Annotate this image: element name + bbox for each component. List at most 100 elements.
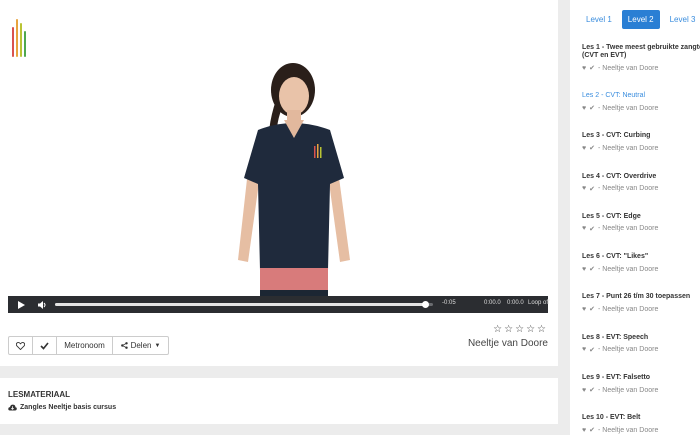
- lesson-main-card: -0:05 0:00.0 0:00.0 Loop off ☆☆☆☆☆ Neelt…: [0, 0, 558, 366]
- loop-end-time[interactable]: 0:00.0: [507, 300, 524, 306]
- heart-icon[interactable]: ♥: [582, 185, 586, 192]
- check-icon[interactable]: ✔: [589, 386, 595, 394]
- lesson-item[interactable]: Les 10 - EVT: Belt ♥ ✔ - Neeltje van Door…: [582, 414, 700, 435]
- lesson-meta: ♥ ✔ - Neeltje van Doore: [582, 426, 700, 435]
- check-icon[interactable]: ✔: [589, 265, 595, 273]
- heart-icon[interactable]: ♥: [582, 346, 586, 353]
- loop-start-time[interactable]: 0:00.0: [484, 300, 501, 306]
- play-icon: [17, 300, 25, 309]
- check-icon[interactable]: ✔: [589, 305, 595, 313]
- share-label: Delen: [130, 341, 152, 350]
- lesson-item-active[interactable]: Les 2 - CVT: Neutral ♥ ✔ - Neeltje van Do…: [582, 92, 700, 132]
- lesson-author: - Neeltje van Doore: [598, 185, 659, 193]
- lesson-title: Les 8 - EVT: Speech: [582, 333, 649, 341]
- lesson-item[interactable]: Les 6 - CVT: "Likes" ♥ ✔ - Neeltje van Do…: [582, 253, 700, 293]
- lesson-author: - Neeltje van Doore: [598, 305, 659, 313]
- video-player[interactable]: [8, 0, 548, 312]
- heart-icon[interactable]: ♥: [582, 427, 586, 434]
- progress-handle[interactable]: [422, 301, 430, 308]
- lesson-meta: ♥ ✔ - Neeltje van Doore: [582, 225, 700, 233]
- lesson-author: Neeltje van Doore: [467, 338, 548, 349]
- chevron-down-icon: ▼: [154, 342, 161, 349]
- lesson-author: - Neeltje van Doore: [598, 104, 659, 112]
- heart-icon[interactable]: ♥: [582, 266, 586, 273]
- time-remaining: -0:05: [442, 300, 456, 306]
- like-button[interactable]: [9, 337, 33, 354]
- metronome-button[interactable]: Metronoom: [57, 337, 113, 354]
- lesson-meta: ♥ ✔ - Neeltje van Doore: [582, 185, 700, 193]
- tab-level-1[interactable]: Level 1: [580, 10, 618, 29]
- heart-icon: [16, 341, 25, 350]
- mark-done-button[interactable]: [33, 337, 57, 354]
- lesson-title: Les 1 - Twee meest gebruikte zangtechnie…: [582, 44, 700, 51]
- brand-logo: [12, 15, 28, 57]
- share-icon: [120, 342, 128, 349]
- lesson-author: - Neeltje van Doore: [598, 225, 659, 233]
- lesson-title-line2: (CVT en EVT): [582, 52, 627, 59]
- lesson-sidebar: Level 1 Level 2 Level 3 Les 1 - Twee mee…: [570, 0, 700, 435]
- lesson-item[interactable]: Les 4 - CVT: Overdrive ♥ ✔ - Neeltje van …: [582, 173, 700, 213]
- check-icon[interactable]: ✔: [589, 185, 595, 193]
- tab-level-2[interactable]: Level 2: [621, 10, 660, 29]
- lesson-title: Les 9 - EVT: Falsetto: [582, 374, 651, 382]
- lesson-title: Les 10 - EVT: Belt: [582, 414, 641, 422]
- video-frame-person: [238, 63, 350, 312]
- lesson-title: Les 7 - Punt 26 t/m 30 toepassen: [582, 293, 691, 301]
- lesson-list: Les 1 - Twee meest gebruikte zangtechnie…: [582, 44, 700, 435]
- lesson-item[interactable]: Les 7 - Punt 26 t/m 30 toepassen ♥ ✔ - Ne…: [582, 293, 700, 333]
- tab-level-3[interactable]: Level 3: [664, 10, 700, 29]
- lesson-author: - Neeltje van Doore: [598, 64, 659, 72]
- share-button[interactable]: Delen ▼: [113, 337, 168, 354]
- material-link-label: Zangles Neeltje basis cursus: [20, 404, 117, 411]
- loop-toggle[interactable]: Loop off: [528, 300, 550, 306]
- lesson-item[interactable]: Les 9 - EVT: Falsetto ♥ ✔ - Neeltje van D…: [582, 374, 700, 414]
- lesson-item[interactable]: Les 8 - EVT: Speech ♥ ✔ - Neeltje van Doo…: [582, 334, 700, 374]
- lesson-title: Les 6 - CVT: "Likes": [582, 253, 649, 261]
- lesson-meta: ♥ ✔ - Neeltje van Doore: [582, 346, 700, 354]
- lesson-item[interactable]: Les 3 - CVT: Curbing ♥ ✔ - Neeltje van Do…: [582, 132, 700, 172]
- lesson-meta: ♥ ✔ - Neeltje van Doore: [582, 144, 700, 153]
- progress-fill: [55, 303, 426, 306]
- lesson-author: - Neeltje van Doore: [598, 265, 659, 273]
- cloud-download-icon: [8, 404, 17, 411]
- lesson-meta: ♥ ✔ - Neeltje van Doore: [582, 265, 700, 274]
- lesson-author: - Neeltje van Doore: [598, 346, 659, 354]
- lesson-author: - Neeltje van Doore: [598, 386, 659, 394]
- progress-bar[interactable]: [55, 301, 433, 308]
- lesson-meta: ♥ ✔ - Neeltje van Doore: [582, 104, 700, 113]
- check-icon[interactable]: ✔: [589, 144, 595, 152]
- lesson-meta: ♥ ✔ - Neeltje van Doore: [582, 386, 700, 395]
- lesson-item[interactable]: Les 1 - Twee meest gebruikte zangtechnie…: [582, 44, 700, 92]
- check-icon[interactable]: ✔: [589, 225, 595, 233]
- star-rating[interactable]: ☆☆☆☆☆: [493, 324, 548, 335]
- heart-icon[interactable]: ♥: [582, 65, 586, 72]
- heart-icon[interactable]: ♥: [582, 306, 586, 313]
- check-icon[interactable]: ✔: [589, 64, 595, 72]
- lesson-meta: ♥ ✔ - Neeltje van Doore: [582, 64, 700, 73]
- lesson-title: Les 2 - CVT: Neutral: [582, 92, 646, 99]
- heart-icon[interactable]: ♥: [582, 225, 586, 232]
- check-icon[interactable]: ✔: [589, 346, 595, 354]
- check-icon[interactable]: ✔: [589, 104, 595, 112]
- video-controls: -0:05 0:00.0 0:00.0 Loop off: [8, 296, 550, 313]
- material-download-link[interactable]: Zangles Neeltje basis cursus: [8, 404, 116, 411]
- lesson-item[interactable]: Les 5 - CVT: Edge ♥ ✔ - Neeltje van Doore: [582, 213, 700, 253]
- level-tabs: Level 1 Level 2 Level 3: [580, 10, 700, 29]
- check-icon: [40, 341, 49, 350]
- heart-icon[interactable]: ♥: [582, 105, 586, 112]
- lesson-material-card: LESMATERIAAL Zangles Neeltje basis cursu…: [0, 378, 558, 424]
- volume-button[interactable]: [34, 296, 50, 313]
- heart-icon[interactable]: ♥: [582, 387, 586, 394]
- check-icon[interactable]: ✔: [589, 426, 595, 434]
- lesson-author: - Neeltje van Doore: [598, 144, 659, 152]
- volume-icon: [37, 300, 45, 309]
- material-title: LESMATERIAAL: [8, 390, 71, 399]
- lesson-author: - Neeltje van Doore: [598, 426, 659, 434]
- lesson-title: Les 5 - CVT: Edge: [582, 212, 641, 220]
- lesson-title: Les 4 - CVT: Overdrive: [582, 172, 657, 180]
- heart-icon[interactable]: ♥: [582, 145, 586, 152]
- lesson-meta: ♥ ✔ - Neeltje van Doore: [582, 305, 700, 314]
- lesson-title: Les 3 - CVT: Curbing: [582, 132, 651, 140]
- play-button[interactable]: [12, 296, 30, 313]
- lesson-actions: Metronoom Delen ▼: [8, 336, 169, 355]
